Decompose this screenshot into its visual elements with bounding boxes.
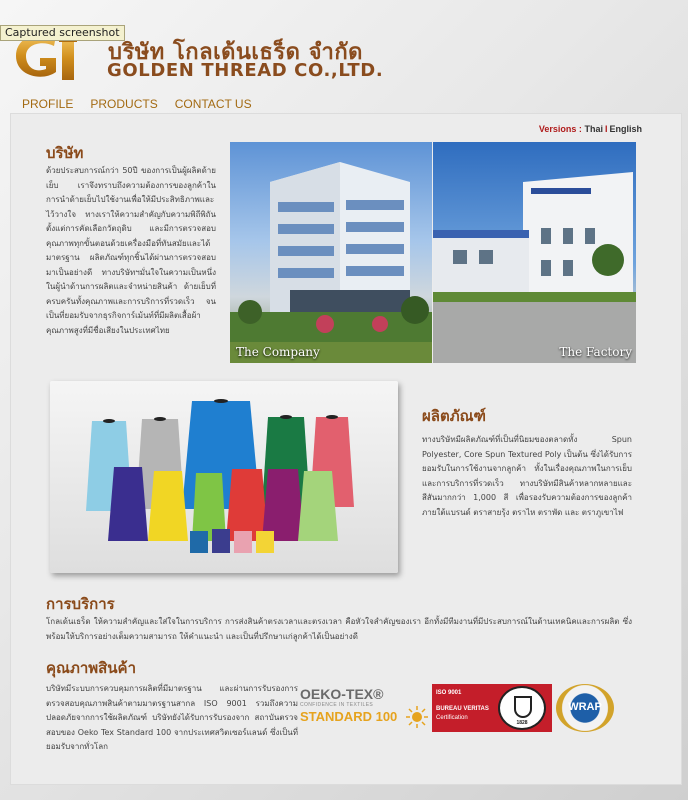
wrap-certification-logo: WRAP — [556, 684, 614, 732]
factory-building-photo: The Factory — [433, 142, 636, 363]
lang-thai-link[interactable]: Thai — [584, 124, 603, 134]
screenshot-tooltip: Captured screenshot — [0, 25, 125, 41]
company-text: ด้วยประสบการณ์กว่า 50ปี ของการเป็นผู้ผลิ… — [46, 166, 216, 335]
service-heading: การบริการ — [46, 595, 115, 613]
oeko-tex-title: OEKO-TEX® — [300, 686, 384, 702]
company-building-photo: The Company — [230, 142, 432, 363]
main-nav: PROFILE PRODUCTS CONTACT US — [22, 97, 252, 111]
factory-photo-caption: The Factory — [559, 345, 632, 359]
quality-heading: คุณภาพสินค้า — [46, 659, 137, 677]
factory-building-illustration — [433, 172, 636, 363]
bv-certification-label: Certification — [436, 715, 468, 721]
thread-spools-illustration — [86, 399, 354, 553]
service-text: โกลเด้นเธร็ด ให้ความสำคัญและใส่ใจในการบร… — [46, 617, 632, 641]
versions-label: Versions : — [538, 124, 582, 134]
lang-separator: I — [604, 124, 608, 134]
bv-seal-year: 1828 — [516, 720, 528, 726]
bv-seal-icon: 1828 — [498, 686, 546, 730]
bureau-veritas-label: BUREAU VERITAS — [436, 706, 489, 712]
site-header: บริษัท โกลเด้นเธร็ด จำกัด GOLDEN THREAD … — [0, 0, 688, 92]
nav-contact-us[interactable]: CONTACT US — [175, 97, 252, 111]
products-heading: ผลิตภัณฑ์ — [422, 407, 486, 425]
company-photo-caption: The Company — [236, 345, 320, 359]
company-building-illustration — [230, 162, 432, 363]
bureau-veritas-logo: ISO 9001 BUREAU VERITAS Certification 18… — [432, 684, 552, 732]
nav-profile[interactable]: PROFILE — [22, 97, 73, 111]
company-name-english: GOLDEN THREAD CO.,LTD. — [107, 60, 384, 81]
quality-text: บริษัทมีระบบการควบคุมการผลิตที่มีมาตรฐาน… — [46, 684, 298, 751]
nav-products[interactable]: PRODUCTS — [90, 97, 157, 111]
oeko-tex-logo: OEKO-TEX® CONFIDENCE IN TEXTILES STANDAR… — [300, 686, 428, 730]
thread-spools-photo — [50, 381, 398, 573]
products-text: ทางบริษัทมีผลิตภัณฑ์ที่เป็นที่นิยมของตลา… — [422, 435, 632, 517]
language-switcher: Versions : Thai I English — [539, 124, 642, 134]
company-heading: บริษัท — [46, 144, 84, 162]
lang-english-link[interactable]: English — [609, 124, 642, 134]
iso-label: ISO 9001 — [436, 690, 462, 696]
oeko-tex-sun-icon — [406, 706, 428, 728]
wrap-label: WRAP — [568, 701, 602, 713]
